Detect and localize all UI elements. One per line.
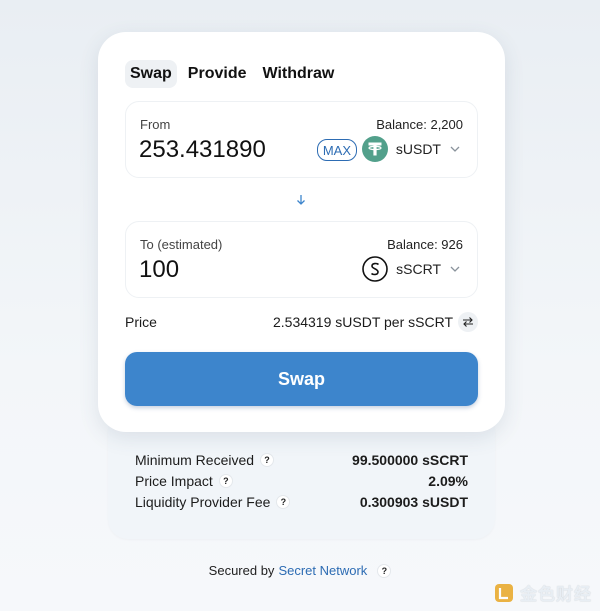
watermark-logo-icon bbox=[495, 583, 513, 602]
footer: Secured by Secret Network ? bbox=[0, 563, 600, 578]
to-label: To (estimated) bbox=[140, 237, 223, 252]
swap-card: Swap Provide Withdraw From Balance: 2,20… bbox=[98, 32, 505, 432]
watermark-text: 金色财经 bbox=[520, 585, 592, 604]
help-icon[interactable]: ? bbox=[276, 495, 291, 509]
to-balance: Balance: 926 bbox=[387, 237, 463, 252]
invert-price-button[interactable] bbox=[458, 312, 478, 332]
detail-label: Price Impact bbox=[135, 473, 213, 489]
detail-value: 0.300903 sUSDT bbox=[359, 494, 468, 510]
help-icon[interactable]: ? bbox=[218, 474, 233, 488]
detail-row-minimum-received: Minimum Received ? 99.500000 sSCRT bbox=[135, 450, 468, 470]
from-amount-input[interactable] bbox=[139, 135, 299, 165]
swap-button[interactable]: Swap bbox=[125, 352, 478, 406]
secret-icon bbox=[362, 256, 388, 282]
detail-value: 99.500000 sSCRT bbox=[352, 452, 468, 468]
swap-arrows-icon bbox=[463, 317, 473, 327]
arrow-down-icon[interactable] bbox=[294, 193, 308, 207]
tab-swap[interactable]: Swap bbox=[125, 60, 177, 88]
tab-bar: Swap Provide Withdraw bbox=[125, 60, 339, 88]
from-token-select[interactable]: sUSDT bbox=[361, 136, 461, 162]
from-token-name: sUSDT bbox=[395, 141, 441, 157]
to-amount-input[interactable] bbox=[139, 255, 299, 285]
secret-network-link[interactable]: Secret Network bbox=[278, 563, 367, 578]
tab-withdraw[interactable]: Withdraw bbox=[257, 60, 339, 88]
detail-row-liquidity-fee: Liquidity Provider Fee ? 0.300903 sUSDT bbox=[135, 492, 468, 512]
to-token-name: sSCRT bbox=[396, 261, 441, 277]
help-icon[interactable]: ? bbox=[377, 563, 392, 578]
detail-value: 2.09% bbox=[428, 473, 468, 489]
watermark: 金色财经 bbox=[494, 580, 592, 605]
max-button[interactable]: MAX bbox=[316, 139, 357, 161]
tab-provide[interactable]: Provide bbox=[183, 60, 252, 88]
detail-row-price-impact: Price Impact ? 2.09% bbox=[135, 471, 468, 491]
help-icon[interactable]: ? bbox=[260, 453, 275, 467]
from-label: From bbox=[140, 117, 171, 132]
to-token-select[interactable]: sSCRT bbox=[362, 256, 461, 282]
tether-icon bbox=[361, 136, 388, 162]
chevron-down-icon bbox=[450, 266, 460, 272]
price-row: Price 2.534319 sUSDT per sSCRT bbox=[125, 311, 478, 333]
from-panel: From Balance: 2,200 MAX sUSDT bbox=[125, 101, 478, 178]
footer-prefix: Secured by bbox=[208, 563, 275, 578]
detail-label: Liquidity Provider Fee bbox=[135, 494, 271, 510]
to-panel: To (estimated) Balance: 926 sSCRT bbox=[125, 221, 478, 298]
detail-label: Minimum Received bbox=[135, 452, 255, 468]
chevron-down-icon bbox=[450, 146, 460, 152]
from-balance: Balance: 2,200 bbox=[376, 117, 463, 132]
price-label: Price bbox=[125, 314, 157, 330]
price-value: 2.534319 sUSDT per sSCRT bbox=[272, 314, 453, 330]
